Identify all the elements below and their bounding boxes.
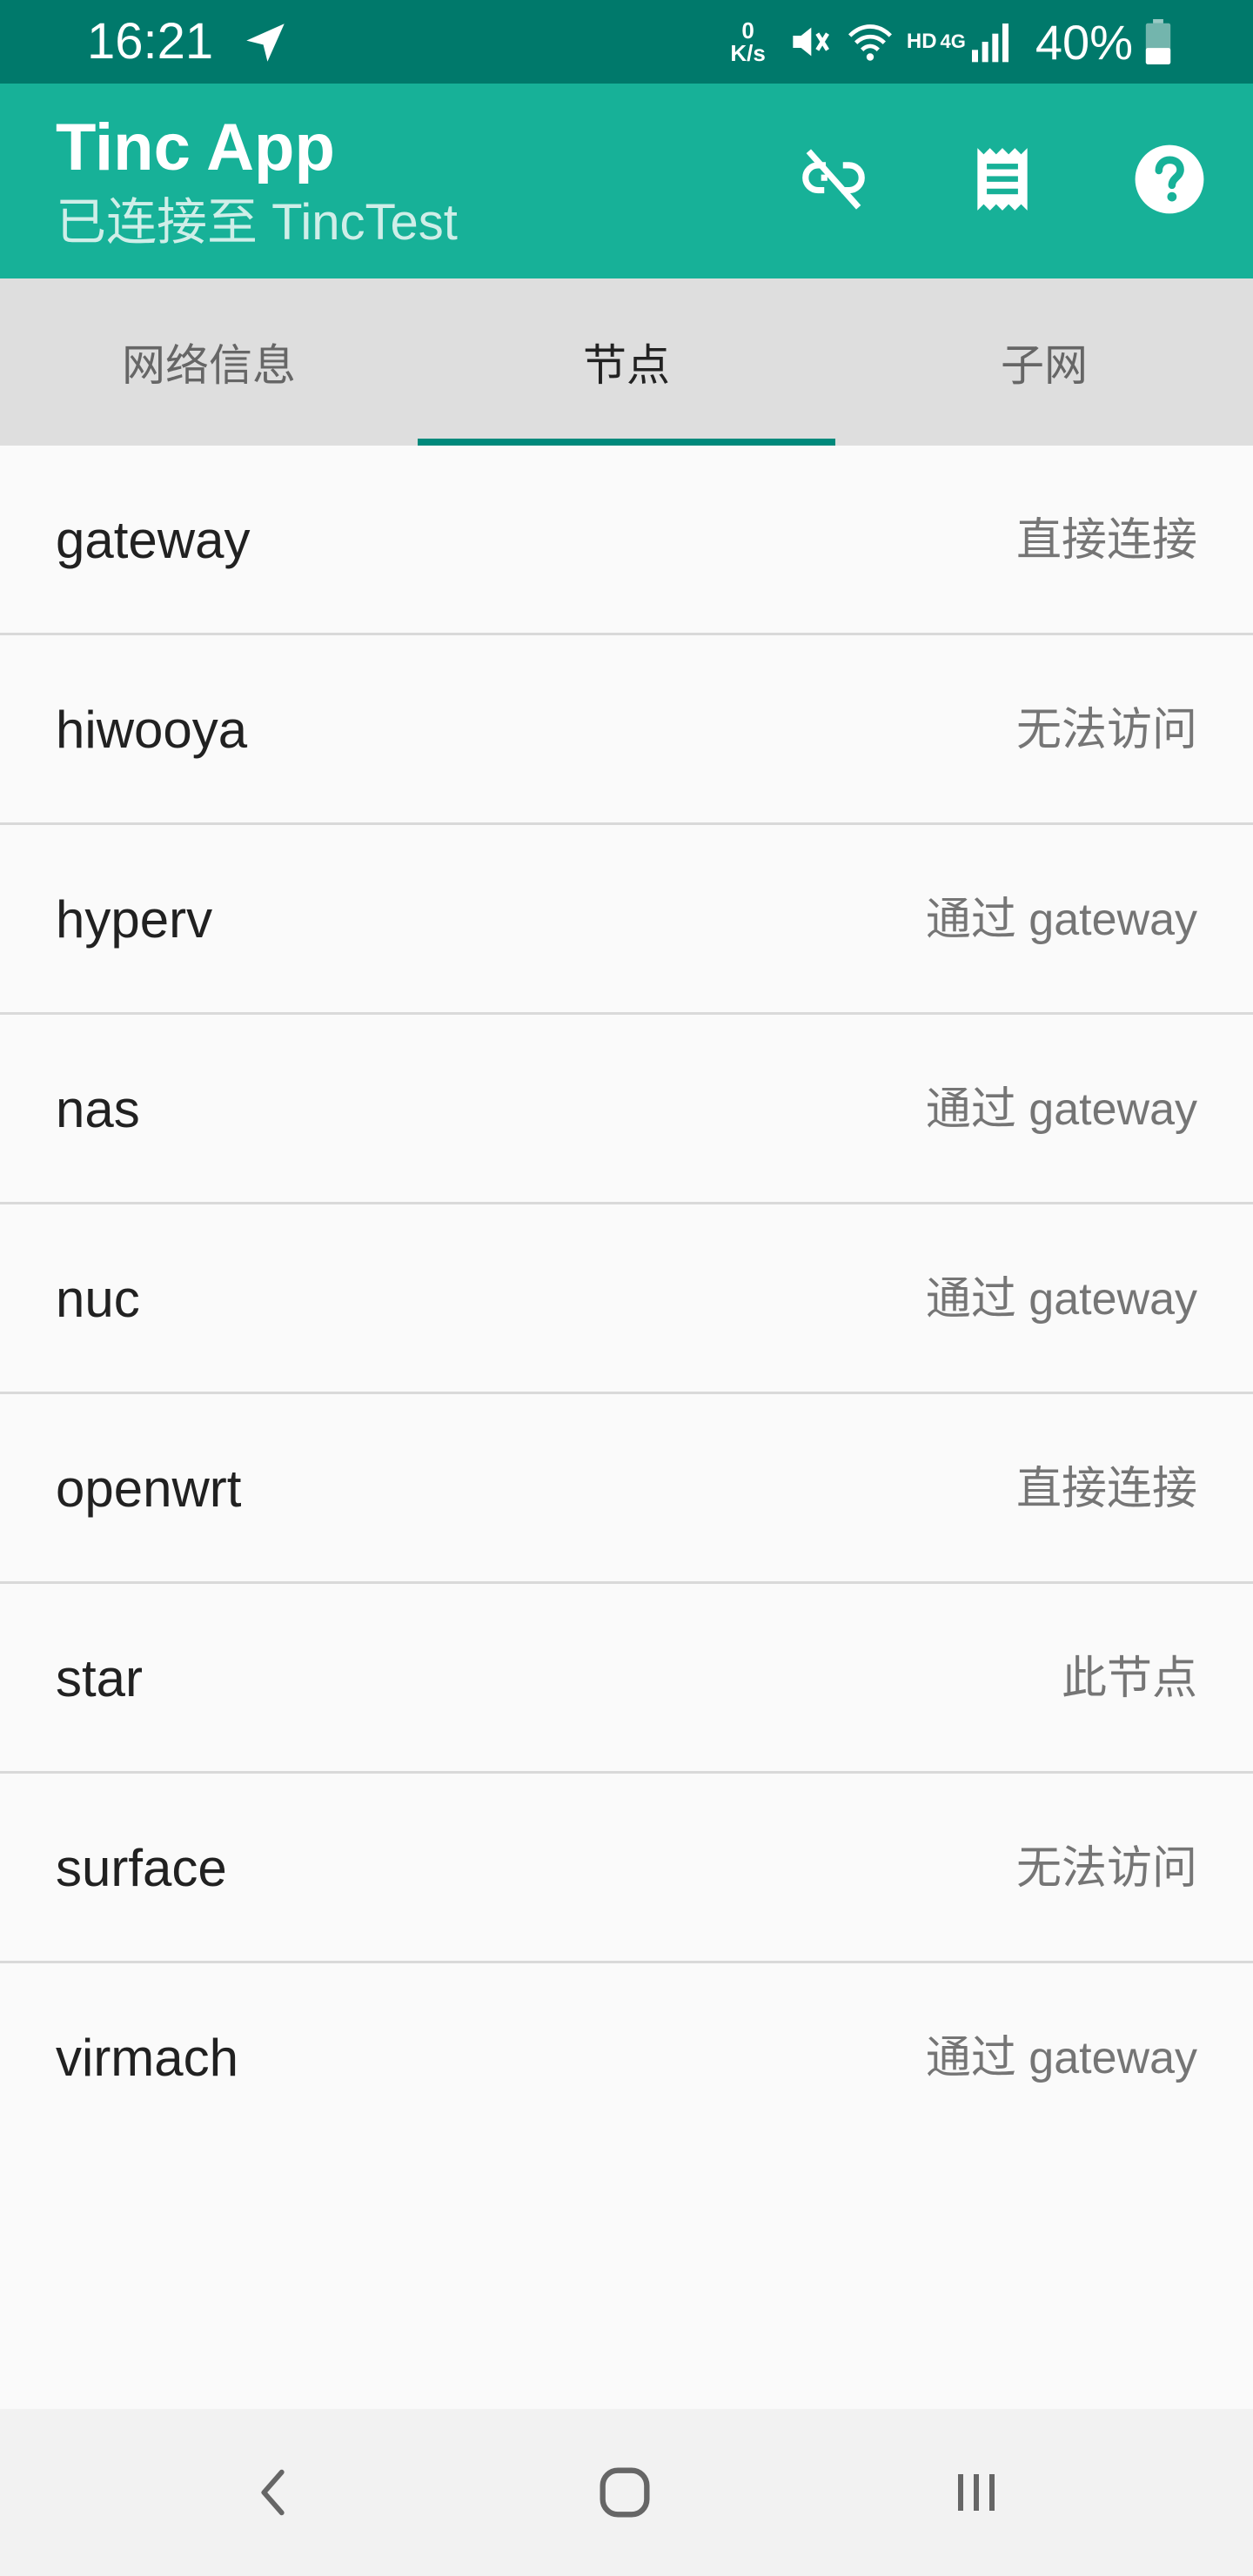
list-item[interactable]: virmach 通过 gateway <box>0 1963 1253 2153</box>
node-name: nas <box>56 1080 140 1138</box>
disconnect-button[interactable] <box>788 134 879 225</box>
list-item[interactable]: nas 通过 gateway <box>0 1015 1253 1204</box>
tab-label: 网络信息 <box>122 341 296 390</box>
tab-label: 子网 <box>1001 341 1088 390</box>
help-button[interactable] <box>1124 134 1215 225</box>
network-speed: 0 K/s <box>730 19 765 64</box>
speed-value: 0 <box>741 17 754 44</box>
node-status: 无法访问 <box>1015 1843 1197 1894</box>
node-status: 通过 gateway <box>925 2033 1197 2083</box>
home-button[interactable] <box>573 2440 677 2545</box>
hd-indicator: HD <box>906 30 937 53</box>
log-button[interactable] <box>957 134 1048 225</box>
back-icon <box>261 2469 285 2516</box>
status-bar: 16:21 0 K/s HD 4G 40% <box>0 0 1253 84</box>
tab-bar: 网络信息 节点 子网 <box>0 278 1253 446</box>
node-name: virmach <box>56 2029 239 2087</box>
system-nav-bar <box>0 2409 1253 2576</box>
recents-button[interactable] <box>924 2440 1029 2545</box>
log-icon <box>977 148 1028 211</box>
status-icons: 0 K/s HD 4G 40% <box>730 12 1171 71</box>
status-time: 16:21 <box>87 13 214 70</box>
node-name: star <box>56 1649 144 1707</box>
node-status: 通过 gateway <box>925 1084 1197 1135</box>
node-status: 直接连接 <box>1015 1464 1197 1514</box>
navigation-icon <box>246 23 285 62</box>
battery-percent: 40% <box>1035 14 1133 70</box>
node-name: hiwooya <box>56 701 248 759</box>
connection-subtitle: 已连接至 TincTest <box>56 194 458 251</box>
network-type: 4G <box>940 30 966 52</box>
wifi-icon <box>848 24 892 61</box>
home-icon <box>600 2467 650 2518</box>
node-status: 通过 gateway <box>925 895 1197 945</box>
disconnect-icon <box>802 149 865 210</box>
battery-icon <box>1145 19 1171 64</box>
node-status: 直接连接 <box>1015 515 1197 566</box>
node-status: 通过 gateway <box>925 1274 1197 1325</box>
list-item[interactable]: openwrt 直接连接 <box>0 1394 1253 1584</box>
node-name: nuc <box>56 1270 140 1328</box>
tab-subnets[interactable]: 子网 <box>835 278 1253 446</box>
node-list: gateway 直接连接 hiwooya 无法访问 hyperv 通过 gate… <box>0 446 1253 2153</box>
list-item[interactable]: hiwooya 无法访问 <box>0 635 1253 825</box>
back-button[interactable] <box>222 2440 326 2545</box>
recents-icon <box>958 2474 995 2511</box>
active-tab-indicator <box>418 439 835 446</box>
tab-network-info[interactable]: 网络信息 <box>0 278 418 446</box>
help-icon <box>1135 144 1204 214</box>
list-item[interactable]: star 此节点 <box>0 1584 1253 1774</box>
mute-icon <box>793 27 829 57</box>
app-bar: Tinc App 已连接至 TincTest <box>0 84 1253 278</box>
node-name: gateway <box>56 511 251 569</box>
signal-icon <box>971 23 1008 63</box>
node-status: 此节点 <box>1061 1654 1197 1704</box>
node-name: surface <box>56 1839 227 1897</box>
list-item[interactable]: gateway 直接连接 <box>0 446 1253 635</box>
list-item[interactable]: surface 无法访问 <box>0 1774 1253 1963</box>
app-title: Tinc App <box>56 111 335 184</box>
node-status: 无法访问 <box>1015 705 1197 755</box>
speed-unit: K/s <box>730 40 766 66</box>
tab-label: 节点 <box>583 341 670 390</box>
tab-nodes[interactable]: 节点 <box>418 278 835 446</box>
list-item[interactable]: hyperv 通过 gateway <box>0 825 1253 1015</box>
list-item[interactable]: nuc 通过 gateway <box>0 1204 1253 1394</box>
node-name: openwrt <box>56 1459 242 1518</box>
node-name: hyperv <box>56 890 213 949</box>
